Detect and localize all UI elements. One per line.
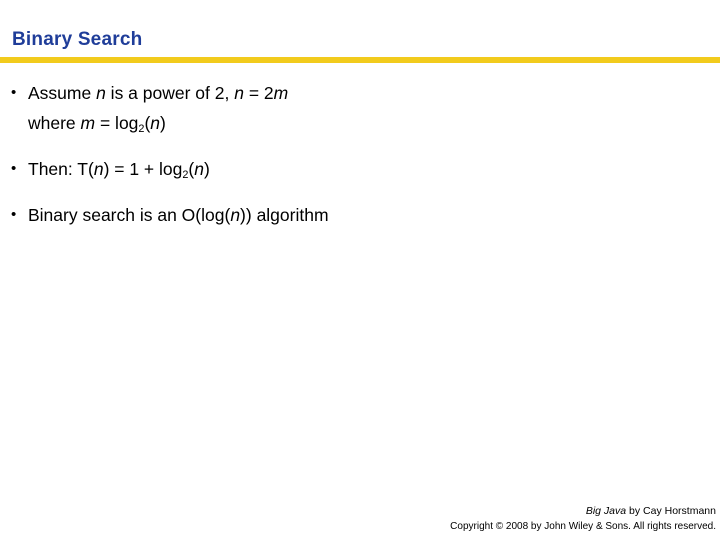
math-variable: n <box>93 159 104 179</box>
bullet-point-icon: • <box>11 160 17 177</box>
bullet-list: • Assume n is a power of 2, n = 2m where m… <box>0 78 700 243</box>
math-variable: n <box>230 205 241 225</box>
bullet-line: Then: T(n) = 1 + log2(n) <box>28 154 700 187</box>
math-variable: m <box>273 83 289 103</box>
footer-book-title: Big Java <box>585 505 627 517</box>
bullet-item: • Binary search is an O(log(n)) algorithm <box>0 200 700 230</box>
text-run: is a power of 2, <box>105 83 235 103</box>
math-variable: n <box>150 113 161 133</box>
math-variable: n <box>194 159 204 179</box>
text-run: ) <box>203 159 210 179</box>
bullet-line: Assume n is a power of 2, n = 2m <box>28 78 700 108</box>
slide: Binary Search • Assume n is a power of 2,… <box>0 0 720 540</box>
bullet-line: where m = log2(n) <box>28 108 700 141</box>
footer-copyright: Copyright © 2008 by John Wiley & Sons. A… <box>450 521 716 532</box>
text-run: where <box>28 113 81 133</box>
bullet-item: • Then: T(n) = 1 + log2(n) <box>0 154 700 187</box>
bullet-line: Binary search is an O(log(n)) algorithm <box>28 200 700 230</box>
math-variable: n <box>96 83 106 103</box>
title-block: Binary Search <box>0 28 720 52</box>
subscript-text: 2 <box>182 169 189 182</box>
footer-credit: Big Java by Cay Horstmann <box>450 504 716 519</box>
bullet-point-icon: • <box>11 206 17 223</box>
text-run: Then: T( <box>28 159 94 179</box>
slide-footer: Big Java by Cay Horstmann Copyright © 20… <box>450 504 716 534</box>
bullet-item: • Assume n is a power of 2, n = 2m where m… <box>0 78 700 141</box>
text-run: )) algorithm <box>240 205 329 225</box>
text-run: = log <box>95 113 139 133</box>
text-run: = 2 <box>243 83 274 103</box>
subscript-text: 2 <box>138 123 145 136</box>
bullet-point-icon: • <box>11 84 17 101</box>
math-variable: m <box>80 113 96 133</box>
page-title: Binary Search <box>12 29 143 50</box>
text-run: Assume <box>28 83 97 103</box>
math-variable: n <box>234 83 244 103</box>
text-run: Binary search is an O(log( <box>28 205 231 225</box>
text-run: ) = 1 + log <box>103 159 183 179</box>
title-divider-rule <box>0 57 720 63</box>
text-run: ) <box>160 113 166 133</box>
footer-author: by Cay Horstmann <box>626 505 716 517</box>
